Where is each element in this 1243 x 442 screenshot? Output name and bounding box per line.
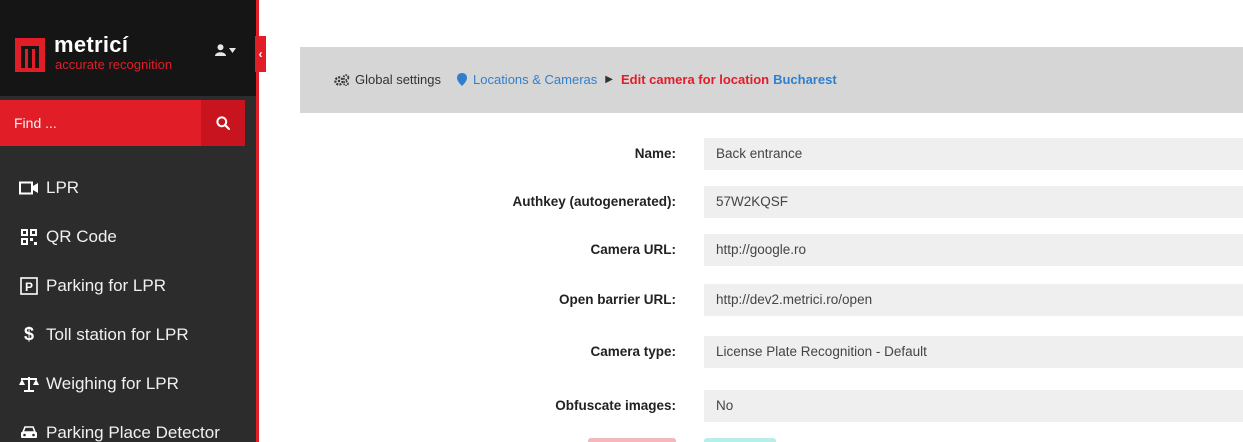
sidebar-collapse-button[interactable]: ‹ — [255, 36, 266, 72]
camera-url-label: Camera URL: — [590, 242, 676, 257]
search-input[interactable] — [0, 100, 201, 146]
brand-tagline: accurate recognition — [55, 57, 173, 72]
caret-down-icon — [229, 47, 236, 53]
breadcrumb-city: Bucharest — [773, 72, 837, 87]
form-row-obfuscate: Obfuscate images: No — [300, 390, 1243, 422]
brand-header: metricí accurate recognition — [0, 0, 256, 96]
chevron-left-icon: ‹ — [258, 47, 263, 61]
camera-type-label: Camera type: — [590, 344, 676, 359]
name-field[interactable]: Back entrance — [704, 138, 1243, 170]
sidebar-item-label: LPR — [46, 177, 80, 197]
search-bar — [0, 100, 245, 146]
camera-type-select[interactable]: License Plate Recognition - Default — [704, 336, 1243, 368]
search-icon — [216, 116, 230, 130]
cancel-button[interactable] — [588, 438, 676, 442]
sidebar-item-label: QR Code — [46, 226, 117, 246]
form-row-barrier-url: Open barrier URL: http://dev2.metrici.ro… — [300, 284, 1243, 316]
user-menu[interactable] — [215, 44, 236, 56]
save-button[interactable] — [704, 438, 776, 442]
sidebar: metricí accurate recognition LPR — [0, 0, 256, 442]
sidebar-item-label: Toll station for LPR — [46, 324, 189, 344]
barrier-url-field[interactable]: http://dev2.metrici.ro/open — [704, 284, 1243, 316]
user-icon — [215, 44, 226, 56]
form-row-camera-type: Camera type: License Plate Recognition -… — [300, 336, 1243, 368]
breadcrumb-global-label: Global settings — [355, 72, 441, 87]
sidebar-item-toll-station[interactable]: $ Toll station for LPR — [0, 310, 256, 359]
logo-icon — [15, 38, 45, 72]
obfuscate-label: Obfuscate images: — [555, 398, 676, 413]
parking-icon: P — [18, 276, 40, 295]
name-label: Name: — [634, 146, 676, 161]
breadcrumb-global-settings[interactable]: Global settings — [334, 72, 441, 87]
sidebar-item-label: Parking Place Detector — [46, 422, 220, 442]
form-row-authkey: Authkey (autogenerated): 57W2KQSF — [300, 186, 1243, 218]
breadcrumb: Global settings Locations & Cameras ▶ Ed… — [334, 72, 837, 87]
qr-code-icon — [18, 228, 40, 245]
map-marker-icon — [457, 73, 467, 86]
sidebar-item-parking-place-detector[interactable]: Parking Place Detector — [0, 408, 256, 442]
sidebar-item-label: Weighing for LPR — [46, 373, 179, 393]
cogs-icon — [334, 73, 350, 86]
balance-scale-icon — [18, 376, 40, 392]
sidebar-item-label: Parking for LPR — [46, 275, 166, 295]
barrier-url-label: Open barrier URL: — [558, 292, 676, 307]
brand-name: metricí — [54, 32, 129, 57]
dollar-icon: $ — [23, 324, 34, 344]
authkey-field[interactable]: 57W2KQSF — [704, 186, 1243, 218]
sidebar-item-parking[interactable]: P Parking for LPR — [0, 261, 256, 310]
sidebar-item-lpr[interactable]: LPR — [0, 163, 256, 212]
breadcrumb-current: Edit camera for location — [620, 72, 770, 87]
sidebar-item-weighing[interactable]: Weighing for LPR — [0, 359, 256, 408]
obfuscate-select[interactable]: No — [704, 390, 1243, 422]
car-icon — [18, 425, 40, 441]
sidebar-nav: LPR QR Code P Parking for LPR $ Toll sta… — [0, 163, 256, 442]
authkey-label: Authkey (autogenerated): — [512, 194, 676, 209]
breadcrumb-locations[interactable]: Locations & Cameras — [457, 72, 597, 87]
svg-text:P: P — [25, 280, 33, 294]
camera-url-field[interactable]: http://google.ro — [704, 234, 1243, 266]
breadcrumb-locations-label: Locations & Cameras — [473, 72, 598, 87]
page-header: Global settings Locations & Cameras ▶ Ed… — [300, 47, 1243, 113]
search-button[interactable] — [201, 100, 245, 146]
form-row-camera-url: Camera URL: http://google.ro — [300, 234, 1243, 266]
caret-right-icon: ▶ — [605, 74, 613, 85]
video-camera-icon — [18, 181, 40, 195]
form-row-name: Name: Back entrance — [300, 138, 1243, 170]
sidebar-item-qr-code[interactable]: QR Code — [0, 212, 256, 261]
